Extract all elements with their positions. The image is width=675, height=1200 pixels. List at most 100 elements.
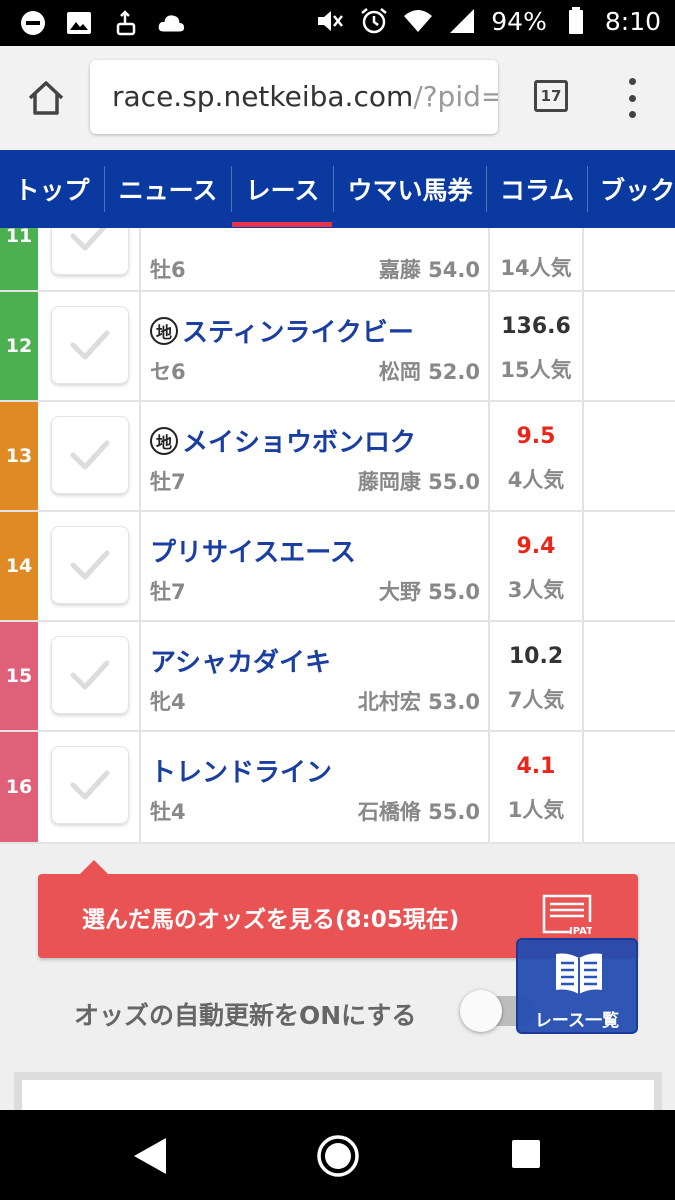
horse-select-checkbox[interactable] (51, 526, 129, 604)
nav-active-indicator (232, 222, 332, 227)
clock: 8:10 (604, 6, 661, 36)
popularity: 7人気 (507, 688, 565, 712)
popularity: 1人気 (507, 798, 565, 822)
nav-item-umai-baken[interactable]: ウマい馬券 (334, 150, 486, 228)
column-divider (139, 512, 141, 620)
win-odds: 10.2 (508, 644, 564, 669)
popularity: 15人気 (500, 358, 572, 382)
horse-select-checkbox[interactable] (51, 746, 129, 824)
horse-sex-age: 牡4 (150, 800, 186, 824)
horse-number: 16 (0, 732, 38, 842)
horse-number: 14 (0, 512, 38, 620)
horse-name: メイショウボンロク (182, 428, 417, 458)
horse-row[interactable]: 14 プリサイスエース 牡7 大野 55.0 9.4 3人気 (0, 512, 675, 622)
win-odds: 4.1 (516, 754, 556, 779)
horse-sex-age: 牡7 (150, 470, 186, 494)
race-list-button[interactable]: レース一覧 (516, 938, 638, 1034)
win-odds: 136.6 (501, 314, 571, 339)
button-pointer (80, 860, 108, 874)
win-odds: 9.5 (516, 424, 556, 449)
home-circle-icon[interactable] (316, 1134, 360, 1178)
column-divider (582, 622, 584, 730)
back-icon[interactable] (132, 1136, 168, 1176)
horse-sex-age: セ6 (150, 360, 186, 384)
win-odds: 9.4 (516, 534, 556, 559)
horse-row[interactable]: 11 牡6 嘉藤 54.0 14人気 (0, 228, 675, 292)
auto-update-toggle-knob[interactable] (460, 990, 502, 1032)
checkmark-icon (70, 440, 110, 470)
horse-name: アシャカダイキ (150, 648, 331, 678)
horse-row[interactable]: 12 地 スティンライクビー セ6 松岡 52.0 136.6 15人気 (0, 292, 675, 402)
battery-percent: 94% (491, 6, 547, 36)
horse-number: 12 (0, 292, 38, 400)
auto-update-label: オッズの自動更新をONにする (74, 1001, 417, 1030)
ipat-label: IPAT (569, 926, 592, 936)
book-icon (556, 953, 602, 994)
horse-number: 15 (0, 622, 38, 730)
column-divider (582, 512, 584, 620)
popularity: 14人気 (500, 256, 572, 280)
horse-select-checkbox[interactable] (51, 228, 129, 275)
horse-select-checkbox[interactable] (51, 306, 129, 384)
nav-item-race[interactable]: レース (232, 150, 333, 228)
checkmark-icon (70, 770, 110, 800)
horse-name-link[interactable]: トレンドライン (150, 752, 332, 789)
horse-name-link[interactable]: 地 スティンライクビー (150, 312, 414, 349)
usb-icon (110, 8, 140, 38)
url-path: /?pid= (413, 80, 498, 113)
android-nav-bar (0, 1110, 675, 1200)
column-divider (139, 228, 141, 290)
bottom-actions: 選んだ馬のオッズを見る(8:05現在) IPAT オッズの自動更新をONにする … (0, 844, 675, 1120)
nav-item-top[interactable]: トップ (0, 150, 104, 228)
local-horse-badge: 地 (150, 316, 178, 345)
horse-name: トレンドライン (150, 758, 333, 788)
mute-icon (315, 6, 345, 36)
nav-item-column[interactable]: コラム (487, 150, 587, 228)
column-divider (582, 228, 584, 290)
menu-dot-icon (628, 111, 636, 118)
column-divider (139, 732, 141, 842)
home-icon (28, 81, 64, 115)
race-list-label: レース一覧 (534, 1011, 620, 1031)
jockey-weight: 大野 55.0 (378, 580, 480, 604)
jockey-weight: 石橋脩 55.0 (357, 800, 480, 824)
popularity: 3人気 (507, 578, 565, 602)
browser-toolbar: race.sp.netkeiba.com/?pid= 17 (0, 46, 675, 150)
column-divider (582, 732, 584, 842)
column-divider (139, 402, 141, 510)
horse-name-link[interactable]: アシャカダイキ (150, 642, 331, 679)
horse-row[interactable]: 16 トレンドライン 牡4 石橋脩 55.0 4.1 1人気 (0, 732, 675, 844)
column-divider (582, 292, 584, 400)
notification-block-icon (18, 8, 48, 38)
content-panel (14, 1072, 662, 1120)
horse-name-link[interactable]: 地 メイショウボンロク (150, 422, 416, 459)
nav-item-news[interactable]: ニュース (105, 150, 231, 228)
site-nav: トップ ニュース レース ウマい馬券 コラム ブック (0, 150, 675, 228)
popularity: 4人気 (507, 468, 565, 492)
column-divider (139, 622, 141, 730)
overflow-menu-button[interactable] (622, 78, 642, 118)
cloud-icon (156, 8, 186, 38)
horse-table: 11 牡6 嘉藤 54.0 14人気 12 地 スティンライクビー セ6 松岡 … (0, 228, 675, 844)
tab-switcher-button[interactable]: 17 (534, 80, 568, 112)
column-divider (139, 292, 141, 400)
horse-name-link[interactable]: プリサイスエース (150, 532, 356, 569)
url-bar[interactable]: race.sp.netkeiba.com/?pid= (90, 60, 498, 134)
nav-item-book[interactable]: ブック (588, 150, 675, 228)
horse-row[interactable]: 13 地 メイショウボンロク 牡7 藤岡康 55.0 9.5 4人気 (0, 402, 675, 512)
horse-row[interactable]: 15 アシャカダイキ 牝4 北村宏 53.0 10.2 7人気 (0, 622, 675, 732)
jockey-weight: 藤岡康 55.0 (357, 470, 480, 494)
horse-select-checkbox[interactable] (51, 636, 129, 714)
horse-select-checkbox[interactable] (51, 416, 129, 494)
horse-number: 11 (0, 228, 38, 290)
jockey-weight: 松岡 52.0 (378, 360, 480, 384)
image-icon (64, 8, 94, 38)
horse-name: スティンライクビー (182, 318, 414, 348)
horse-sex-age: 牡7 (150, 580, 186, 604)
status-bar: 94% 8:10 (0, 0, 675, 46)
recents-icon[interactable] (510, 1138, 542, 1170)
ipat-icon: IPAT (542, 894, 592, 936)
alarm-icon (359, 6, 389, 36)
checkmark-icon (70, 228, 107, 251)
home-button[interactable] (24, 76, 68, 120)
